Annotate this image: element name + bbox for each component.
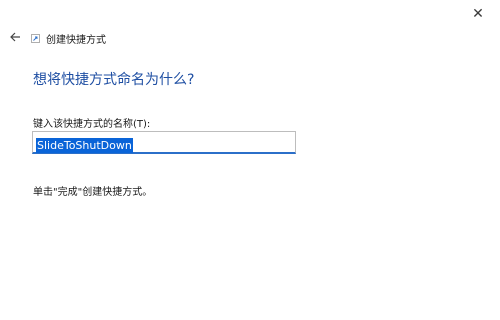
create-shortcut-dialog: ✕ 创建快捷方式 想将快捷方式命名为什么? 键入该快捷方式的名称(T): Sli… [0,0,500,320]
back-arrow-icon [10,32,20,42]
shortcut-icon [31,34,40,43]
close-icon: ✕ [472,6,484,22]
shortcut-name-label: 键入该快捷方式的名称(T): [33,119,151,130]
close-button[interactable]: ✕ [464,2,492,26]
shortcut-name-value: SlideToShutDown [36,138,133,153]
back-button[interactable] [6,28,24,46]
finish-hint-text: 单击"完成"创建快捷方式。 [33,187,153,198]
page-heading: 想将快捷方式命名为什么? [33,72,195,88]
wizard-title: 创建快捷方式 [46,35,106,46]
shortcut-name-input[interactable]: SlideToShutDown [32,131,296,154]
